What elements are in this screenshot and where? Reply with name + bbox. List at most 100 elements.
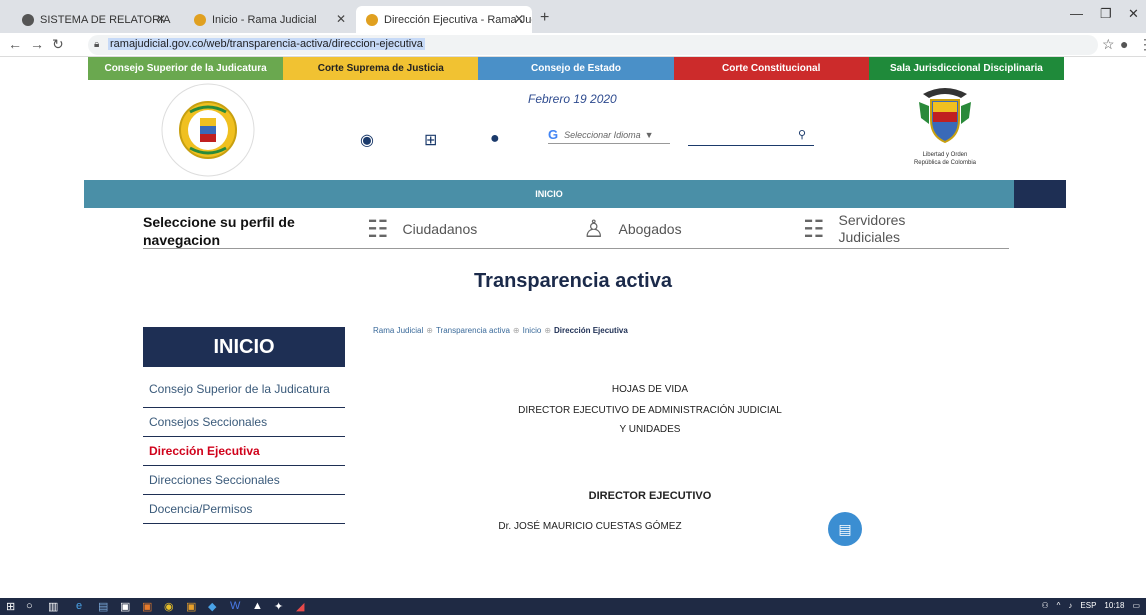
tab-title: Dirección Ejecutiva - Rama Judic	[384, 13, 532, 26]
breadcrumb: Rama Judicial ⊕ Transparencia activa ⊕ Inici…	[373, 326, 628, 335]
language-placeholder: Seleccionar Idioma	[564, 129, 641, 140]
window-close-icon[interactable]: ✕	[1128, 6, 1139, 22]
profile-ciudadanos[interactable]: ☷ Ciudadanos	[367, 213, 477, 245]
close-icon[interactable]: ✕	[336, 12, 346, 26]
sidebar-item-consejo-superior[interactable]: Consejo Superior de la Judicatura	[143, 372, 345, 408]
content-line-unidades: Y UNIDADES	[619, 424, 681, 435]
eye-icon[interactable]: ◉	[360, 130, 374, 150]
back-arrow-icon[interactable]: ←	[8, 36, 22, 52]
sitemap-icon[interactable]: ⊞	[424, 130, 437, 150]
language-selector[interactable]: G Seleccionar Idioma ▼	[548, 126, 670, 144]
volume-icon[interactable]: ♪	[1068, 601, 1072, 610]
breadcrumb-separator-icon: ⊕	[544, 326, 552, 335]
globe-icon	[22, 13, 34, 26]
content-line-hojas-de-vida: HOJAS DE VIDA	[611, 384, 689, 395]
judicial-servants-icon: ☷	[803, 215, 825, 243]
tab-sistema-relatoria[interactable]: SISTEMA DE RELATORIA ✕	[12, 6, 174, 33]
app-icon[interactable]: ◆	[208, 600, 216, 613]
inicio-bar-end	[1014, 180, 1066, 208]
new-tab-button[interactable]: +	[540, 9, 549, 27]
star-icon[interactable]: ☆	[1102, 36, 1115, 53]
lock-icon: 🔒︎	[94, 39, 100, 50]
file-explorer-icon[interactable]: ▤	[98, 600, 108, 613]
current-date: Febrero 19 2020	[528, 92, 617, 106]
profile-selector: Seleccione su perfil de navegacion ☷ Ciu…	[143, 212, 1009, 249]
inicio-nav-bar[interactable]: INICIO	[84, 180, 1014, 208]
director-name: Dr. JOSÉ MAURICIO CUESTAS GÓMEZ	[498, 521, 682, 532]
top-navigation: Consejo Superior de la Judicatura Corte …	[88, 57, 1065, 80]
sidebar-menu: Consejo Superior de la Judicatura Consej…	[143, 372, 345, 524]
sidebar-item-direcciones-seccionales[interactable]: Direcciones Seccionales	[143, 466, 345, 495]
outlook-icon[interactable]: ▣	[186, 600, 196, 613]
breadcrumb-separator-icon: ⊕	[426, 326, 433, 335]
windows-start-icon[interactable]: ⊞	[6, 600, 15, 613]
profile-abogados[interactable]: ♙ Abogados	[583, 213, 682, 245]
sidebar-item-consejos-seccionales[interactable]: Consejos Seccionales	[143, 408, 345, 437]
windows-taskbar: ⊞ ○ ▥ e ▤ ▣ ▣ ◉ ▣ ◆ W ▲ ✦ ◢ ⚇ ^ ♪ ESP 10…	[0, 598, 1146, 615]
app-icon[interactable]: ▲	[252, 600, 263, 612]
profile-option-label: Abogados	[618, 220, 682, 237]
logo-caption-2: República de Colombia	[913, 160, 977, 166]
system-tray: ⚇ ^ ♪ ESP 10:18 ▭	[1041, 601, 1140, 610]
document-download-icon: ▤	[838, 520, 852, 537]
google-icon: G	[548, 127, 559, 142]
colombia-coat-of-arms-icon	[919, 88, 971, 144]
office-icon[interactable]: ▣	[142, 600, 152, 613]
rama-judicial-favicon-icon	[366, 13, 378, 26]
forward-arrow-icon[interactable]: →	[30, 36, 44, 52]
tab-title: Inicio - Rama Judicial	[212, 13, 317, 26]
nav-consejo-estado[interactable]: Consejo de Estado	[478, 57, 674, 80]
app-icon[interactable]: ◢	[296, 600, 304, 613]
breadcrumb-separator-icon: ⊕	[512, 326, 520, 335]
search-icon[interactable]: ○	[26, 600, 33, 612]
people-icon[interactable]: ⚇	[1041, 601, 1048, 610]
profile-servidores[interactable]: ☷ Servidores Judiciales	[803, 212, 929, 245]
breadcrumb-item[interactable]: Transparencia activa	[436, 326, 510, 335]
section-title-director: DIRECTOR EJECUTIVO	[588, 490, 712, 502]
profile-icon[interactable]: ●	[1120, 36, 1128, 52]
notifications-icon[interactable]: ▭	[1132, 601, 1140, 610]
close-icon[interactable]: ✕	[514, 12, 524, 26]
restore-icon[interactable]: ❐	[1100, 6, 1112, 22]
tab-direccion-ejecutiva[interactable]: Dirección Ejecutiva - Rama Judic ✕	[356, 6, 532, 33]
clock[interactable]: 10:18	[1104, 601, 1124, 610]
app-icon[interactable]: ✦	[274, 600, 283, 613]
rama-judicial-logo[interactable]	[160, 82, 256, 178]
lawyer-icon: ♙	[583, 215, 605, 243]
url-text[interactable]: ramajudicial.gov.co/web/transparencia-ac…	[108, 38, 425, 50]
word-icon[interactable]: W	[230, 600, 240, 612]
download-cv-button[interactable]: ▤	[828, 512, 862, 546]
browser-tab-bar: SISTEMA DE RELATORIA ✕ Inicio - Rama Jud…	[0, 0, 1146, 33]
tab-inicio-rama[interactable]: Inicio - Rama Judicial ✕	[184, 6, 354, 33]
input-language[interactable]: ESP	[1080, 601, 1096, 610]
search-icon[interactable]: ⚲	[798, 128, 806, 141]
breadcrumb-item[interactable]: Rama Judicial	[373, 326, 423, 335]
tab-title: SISTEMA DE RELATORIA	[40, 13, 171, 26]
dropdown-arrow-icon: ▼	[644, 129, 654, 140]
nav-consejo-superior[interactable]: Consejo Superior de la Judicatura	[88, 57, 284, 80]
chrome-icon[interactable]: ◉	[164, 600, 174, 613]
sidebar-item-direccion-ejecutiva[interactable]: Dirección Ejecutiva	[143, 437, 345, 466]
page-title: Transparencia activa	[474, 270, 672, 292]
close-icon[interactable]: ✕	[156, 12, 166, 26]
minimize-icon[interactable]: —	[1070, 6, 1083, 21]
menu-dots-icon[interactable]: ⋮	[1138, 36, 1146, 53]
nav-sala-disciplinaria[interactable]: Sala Jurisdiccional Disciplinaria	[868, 57, 1065, 80]
breadcrumb-item[interactable]: Inicio	[523, 326, 542, 335]
breadcrumb-current: Dirección Ejecutiva	[554, 326, 628, 335]
sidebar-item-docencia-permisos[interactable]: Docencia/Permisos	[143, 495, 345, 524]
rama-judicial-favicon-icon	[194, 13, 206, 26]
colombia-shield-logo: Libertad y Orden República de Colombia	[900, 84, 990, 176]
task-view-icon[interactable]: ▥	[48, 600, 58, 613]
sidebar-heading: INICIO	[143, 327, 345, 367]
site-search-input[interactable]: ⚲	[688, 128, 814, 146]
reload-icon[interactable]: ↻	[52, 36, 64, 53]
nav-corte-suprema[interactable]: Corte Suprema de Justicia	[283, 57, 479, 80]
user-circle-icon[interactable]: ●	[490, 130, 500, 148]
chevron-up-icon[interactable]: ^	[1057, 601, 1061, 610]
store-icon[interactable]: ▣	[120, 600, 130, 613]
edge-icon[interactable]: e	[76, 600, 82, 612]
nav-corte-constitucional[interactable]: Corte Constitucional	[673, 57, 869, 80]
address-bar[interactable]: 🔒︎ ramajudicial.gov.co/web/transparencia…	[88, 35, 1098, 55]
rama-judicial-seal-icon	[161, 83, 255, 177]
